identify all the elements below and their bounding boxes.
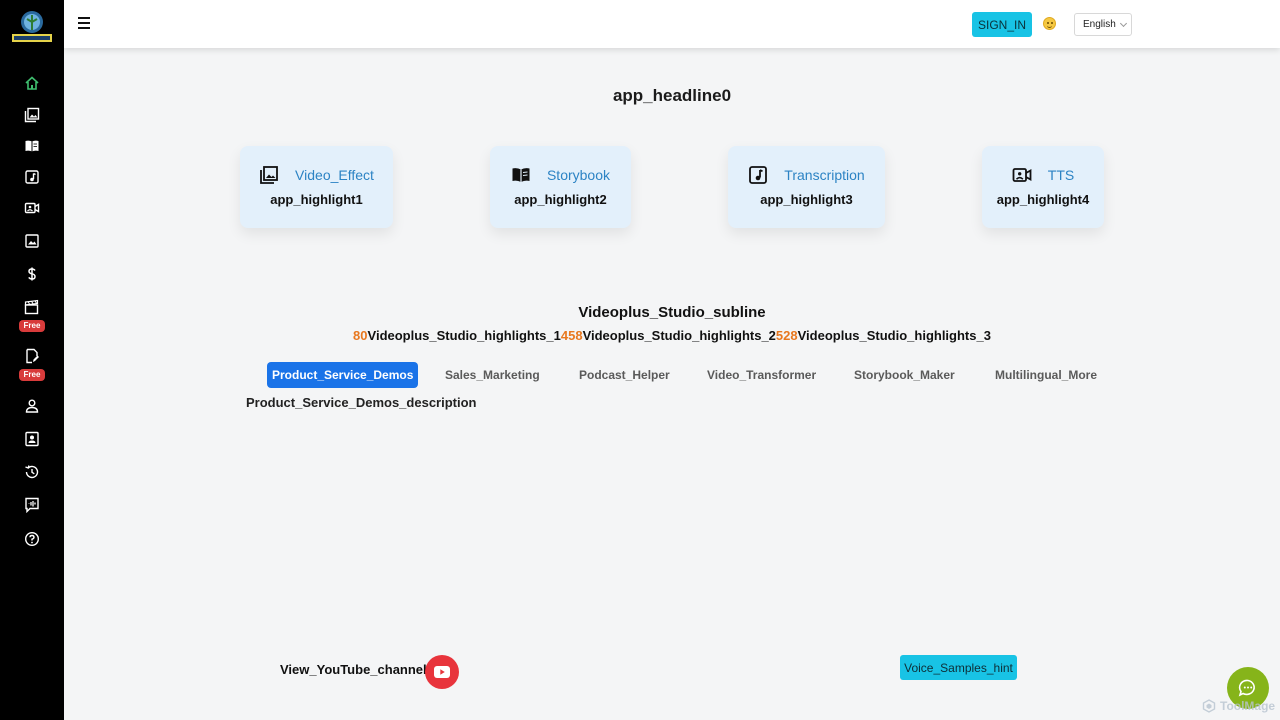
highlight-card-subtitle: app_highlight2	[514, 192, 607, 207]
studio-stats: 80Videoplus_Studio_highlights_1458Videop…	[64, 328, 1280, 343]
highlight-card-video-effect[interactable]: Video_Effect app_highlight1	[240, 146, 393, 228]
sidebar-item-storybook[interactable]	[0, 138, 64, 154]
highlight-card-title: Transcription	[784, 167, 865, 183]
highlight-card-title: Video_Effect	[295, 167, 374, 183]
video-camera-icon	[1012, 168, 1032, 182]
gallery-icon	[260, 166, 278, 184]
stat-label: Videoplus_Studio_highlights_1	[367, 328, 561, 343]
sidebar-item-profile[interactable]	[0, 398, 64, 414]
tab-storybook-maker[interactable]: Storybook_Maker	[854, 362, 955, 388]
stat-number: 458	[560, 328, 583, 343]
smiley-icon[interactable]	[1043, 17, 1056, 30]
home-icon	[25, 76, 39, 90]
tab-multilingual-more[interactable]: Multilingual_More	[995, 362, 1097, 388]
highlight-card-transcription[interactable]: Transcription app_highlight3	[728, 146, 885, 228]
sidebar-item-transcription[interactable]	[0, 169, 64, 185]
sidebar-item-help[interactable]	[0, 531, 64, 547]
tab-description: Product_Service_Demos_description	[246, 395, 477, 410]
stat-label: Videoplus_Studio_highlights_2	[582, 328, 776, 343]
highlight-card-subtitle: app_highlight3	[760, 192, 853, 207]
stat-number: 528	[775, 328, 798, 343]
chevron-down-icon	[1119, 19, 1127, 27]
person-icon	[25, 399, 39, 413]
stat-number: 80	[353, 328, 368, 343]
sidebar-item-home[interactable]	[0, 75, 64, 91]
stat-label: Videoplus_Studio_highlights_3	[797, 328, 991, 343]
book-icon	[512, 168, 530, 182]
free-badge: Free	[18, 320, 46, 332]
tab-product-service-demos[interactable]: Product_Service_Demos	[267, 362, 419, 388]
dollar-icon	[28, 267, 36, 281]
top-header: SIGN_IN English	[64, 0, 1280, 48]
highlight-card-tts[interactable]: TTS app_highlight4	[982, 146, 1104, 228]
language-select-value: English	[1083, 19, 1116, 30]
sidebar-item-video-maker[interactable]: Free	[0, 299, 64, 332]
music-note-icon	[25, 170, 39, 184]
video-camera-icon	[24, 202, 40, 214]
clapperboard-icon	[24, 299, 39, 315]
sidebar-item-voice[interactable]	[0, 497, 64, 513]
music-note-icon	[749, 166, 768, 184]
image-icon	[25, 234, 39, 248]
demo-tabs: Product_Service_Demos Sales_Marketing Po…	[0, 362, 1280, 388]
sidebar-item-history[interactable]	[0, 464, 64, 480]
chat-bubble-icon	[1238, 679, 1255, 697]
tab-video-transformer[interactable]: Video_Transformer	[707, 362, 816, 388]
highlight-card-title: Storybook	[546, 167, 611, 183]
youtube-button[interactable]	[425, 655, 459, 689]
help-icon	[24, 531, 40, 547]
sidebar-item-image[interactable]	[0, 233, 64, 249]
youtube-channel-link[interactable]: View_YouTube_channel	[280, 662, 427, 677]
highlight-card-subtitle: app_highlight4	[996, 192, 1090, 207]
page-headline: app_headline0	[612, 86, 732, 105]
gallery-icon	[24, 107, 40, 123]
studio-subline: Videoplus_Studio_subline	[578, 304, 766, 321]
hamburger-menu-icon[interactable]	[78, 17, 90, 31]
highlight-card-storybook[interactable]: Storybook app_highlight2	[490, 146, 631, 228]
tab-sales-marketing[interactable]: Sales_Marketing	[445, 362, 540, 388]
watermark: ToolMage	[1202, 699, 1275, 713]
app-logo[interactable]	[11, 10, 53, 44]
sidebar: Free Free	[0, 0, 64, 720]
voice-icon	[25, 497, 39, 513]
highlight-card-title: TTS	[1047, 167, 1075, 183]
contact-card-icon	[25, 431, 39, 447]
language-select[interactable]: English	[1074, 13, 1132, 36]
sidebar-item-gallery[interactable]	[0, 107, 64, 123]
watermark-logo-icon	[1202, 699, 1216, 713]
sidebar-item-pricing[interactable]	[0, 266, 64, 282]
youtube-icon	[434, 666, 450, 678]
sidebar-item-account[interactable]	[0, 431, 64, 447]
tab-podcast-helper[interactable]: Podcast_Helper	[579, 362, 670, 388]
highlight-card-subtitle: app_highlight1	[270, 192, 363, 207]
voice-samples-hint-button[interactable]: Voice_Samples_hint	[900, 655, 1017, 680]
sign-in-button[interactable]: SIGN_IN	[972, 12, 1032, 37]
book-icon	[25, 140, 39, 152]
sidebar-item-tts[interactable]	[0, 200, 64, 216]
history-icon	[25, 465, 39, 479]
watermark-text: ToolMage	[1220, 699, 1276, 713]
